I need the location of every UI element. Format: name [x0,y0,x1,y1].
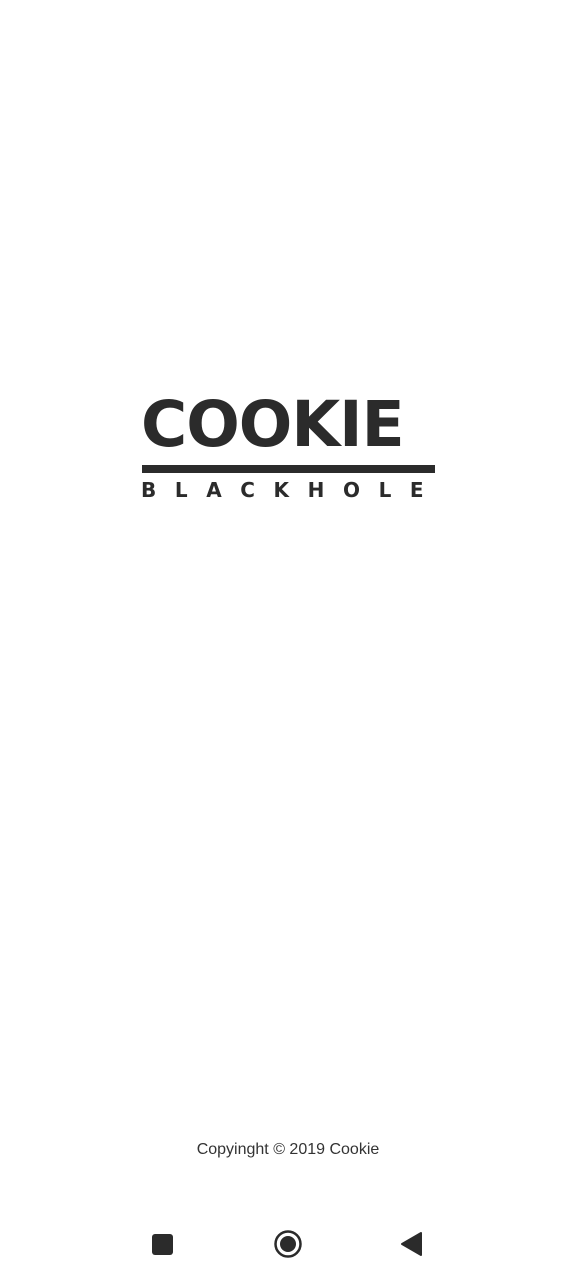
square-icon [151,1233,173,1255]
logo-wordmark: COOKIE [141,388,405,461]
home-button[interactable] [266,1222,310,1266]
circle-home-icon [274,1230,302,1258]
triangle-back-icon [401,1232,422,1256]
system-navigation-bar [0,1210,576,1280]
copyright-text: Copyinght © 2019 Cookie [196,1141,380,1158]
app-logo: COOKIE BLACKHOLE [141,392,435,510]
back-button[interactable] [390,1222,434,1266]
logo-divider-bar [142,465,435,473]
recents-button[interactable] [140,1222,184,1266]
logo-subtitle: BLACKHOLE [141,478,443,502]
